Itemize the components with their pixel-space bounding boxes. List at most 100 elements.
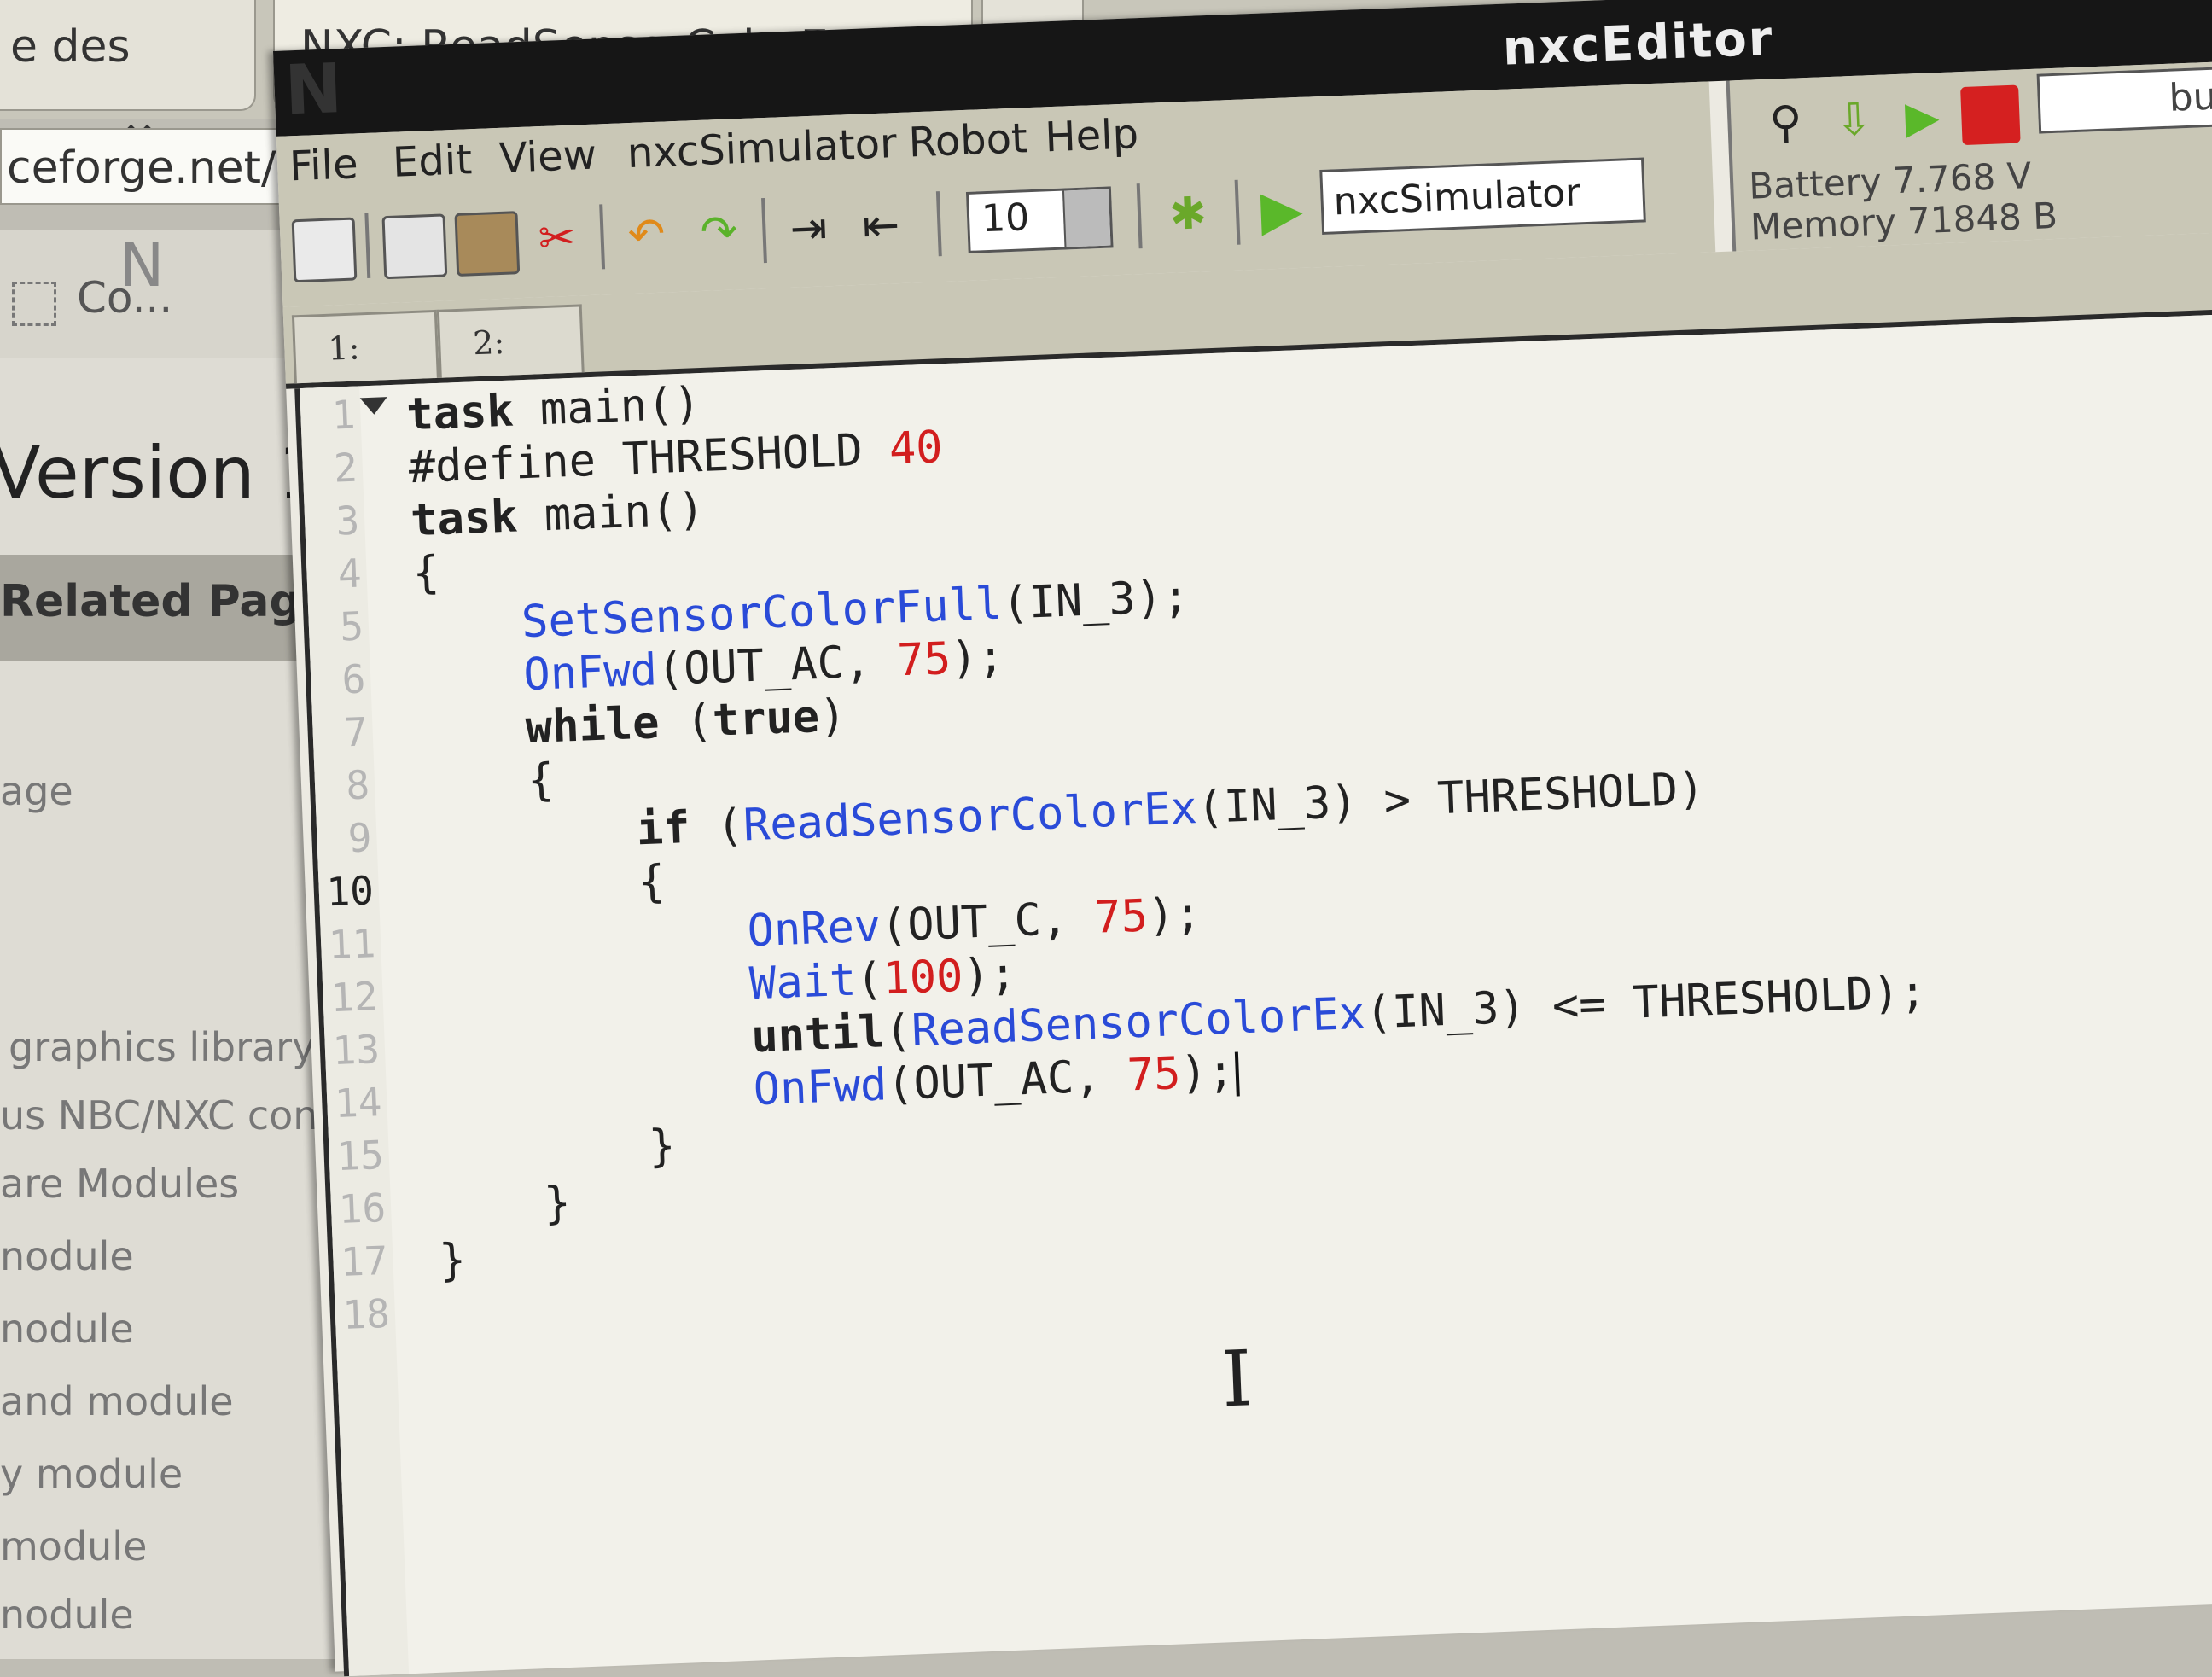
code-token: ( (658, 695, 714, 749)
outdent-icon[interactable]: ⇤ (851, 196, 911, 257)
code-line[interactable]: 14 OnFwd(OUT_AC, 75); (326, 1046, 1241, 1133)
nav-item[interactable]: nodule (0, 1233, 134, 1279)
code-line[interactable]: 15 } (329, 1121, 676, 1186)
line-number: 9 (346, 814, 373, 862)
nav-item[interactable]: and module (0, 1378, 234, 1424)
code-line[interactable]: 1 task main() (300, 378, 701, 446)
nav-item[interactable]: us NBC/NXC cons (0, 1092, 338, 1138)
field-input[interactable]: but_2 (2036, 64, 2212, 134)
line-number: 1 (330, 391, 357, 439)
toolbar-separator (935, 191, 942, 257)
line-number: 2 (333, 444, 358, 492)
code-line[interactable]: 13 until(ReadSensorColorEx(IN_3) <= THRE… (324, 966, 1928, 1081)
keyword-token: true (711, 691, 821, 747)
code-token: { (419, 754, 556, 811)
line-number: 4 (336, 550, 363, 597)
redo-icon[interactable]: ↷ (689, 202, 749, 263)
nav-item[interactable]: are Modules (0, 1161, 239, 1207)
download-icon[interactable]: ⇩ (1824, 90, 1884, 151)
nav-item[interactable]: nodule (0, 1306, 134, 1352)
menu-robot[interactable]: Robot (908, 114, 1028, 166)
code-text: { (420, 754, 556, 811)
toolbar-separator (1136, 183, 1143, 249)
code-text: } (436, 1178, 572, 1234)
search-icon[interactable]: ⚲ (1755, 93, 1816, 154)
toolbar-separator (599, 204, 606, 270)
keyword-token: if (635, 801, 691, 856)
stepper-arrows-icon[interactable] (1062, 189, 1111, 247)
text-cursor-icon: I (1220, 1334, 1254, 1425)
target-value: nxcSimulator (1332, 171, 1582, 224)
line-number: 18 (341, 1290, 391, 1338)
code-line[interactable]: 17} (333, 1234, 467, 1292)
bookmark-label[interactable]: Co... (77, 273, 172, 323)
code-line[interactable]: 18 (335, 1290, 390, 1345)
url-bar[interactable]: ceforge.net/nb (0, 128, 290, 205)
toolbar-separator (761, 198, 767, 264)
code-line[interactable]: 5 SetSensorColorFull(IN_3); (308, 571, 1190, 658)
run-icon[interactable]: ▶ (1892, 88, 1953, 148)
paste-icon[interactable] (454, 211, 521, 277)
menu-file[interactable]: File (288, 140, 358, 190)
toolbar-separator (1234, 179, 1241, 245)
new-file-icon[interactable] (291, 217, 358, 283)
line-number-stepper[interactable]: 10 (965, 186, 1114, 253)
tab-test2[interactable]: 1: test2.nxc (291, 309, 481, 433)
menu-help[interactable]: Help (1044, 110, 1139, 161)
code-line[interactable]: 10 { (318, 856, 666, 923)
code-line[interactable]: 8 { (314, 754, 555, 817)
target-select[interactable]: nxcSimulator (1319, 157, 1646, 235)
code-line[interactable]: 12 Wait(100); (323, 948, 1017, 1028)
fold-arrow-icon[interactable] (359, 397, 388, 416)
code-line[interactable]: 3 task main() (304, 484, 705, 552)
line-number: 16 (337, 1184, 387, 1233)
line-number: 7 (342, 708, 369, 756)
line-number: 8 (345, 761, 371, 809)
code-line[interactable]: 4{ (306, 547, 440, 605)
toolbar-separator (364, 213, 371, 278)
nav-item[interactable]: nodule (0, 1592, 134, 1638)
code-token: ); (949, 631, 1005, 685)
function-token: OnFwd (522, 644, 659, 702)
code-token: main() (516, 484, 706, 543)
code-editor[interactable]: 1 task main() 2 #define THRESHOLD 40 3 task m… (294, 313, 2212, 1677)
bug-icon[interactable]: ✱ (1158, 184, 1219, 245)
code-token: } (438, 1234, 468, 1287)
code-token: ); (1179, 1045, 1236, 1100)
play-icon[interactable]: ▶ (1252, 178, 1313, 243)
window-title: nxcEditor (1501, 10, 1775, 77)
line-number: 14 (333, 1079, 383, 1127)
code-line[interactable]: 11 OnRev(OUT_C, 75); (320, 888, 1202, 975)
nav-item[interactable]: y module (0, 1451, 183, 1497)
robot-status-panel: ⚲ ⇩ ▶ but_2 Battery 7.768 V Memory 71848… (1726, 61, 2212, 252)
nav-item[interactable]: module (0, 1523, 147, 1569)
line-number: 11 (327, 920, 377, 969)
code-line[interactable]: 2 #define THRESHOLD 40 (302, 422, 944, 499)
code-line[interactable]: 16 } (330, 1178, 572, 1239)
code-text: { (411, 547, 440, 599)
code-line[interactable]: 6 OnFwd(OUT_AC, 75); (310, 632, 1005, 711)
menu-nxcsimulator[interactable]: nxcSimulator (626, 119, 898, 178)
number-token: 40 (888, 422, 944, 475)
menu-view[interactable]: View (498, 131, 597, 183)
nxc-editor-window: N nxcEditor File Edit View nxcSimulator … (273, 0, 2212, 1677)
tab-test1[interactable]: 2: test1.nxc (436, 304, 626, 427)
code-line[interactable]: 7 while (true) (312, 690, 847, 764)
line-number: 5 (339, 603, 364, 650)
cut-icon[interactable]: ✂ (527, 208, 587, 269)
code-token: ( (689, 800, 745, 853)
indent-icon[interactable]: ⇥ (778, 199, 839, 259)
browser-tab-1[interactable]: e des pr...✖ (0, 0, 256, 166)
nav-item[interactable]: age (0, 768, 73, 814)
stop-icon[interactable] (1960, 84, 2021, 146)
menu-edit[interactable]: Edit (392, 136, 473, 187)
undo-icon[interactable]: ↶ (616, 205, 677, 265)
nav-item[interactable]: graphics library (9, 1024, 315, 1070)
code-line[interactable]: 9 if (ReadSensorColorEx(IN_3) > THRESHOL… (316, 763, 1706, 870)
copy-icon[interactable] (381, 213, 448, 280)
checkbox-icon[interactable] (12, 282, 56, 326)
keyword-token: task (410, 491, 519, 547)
